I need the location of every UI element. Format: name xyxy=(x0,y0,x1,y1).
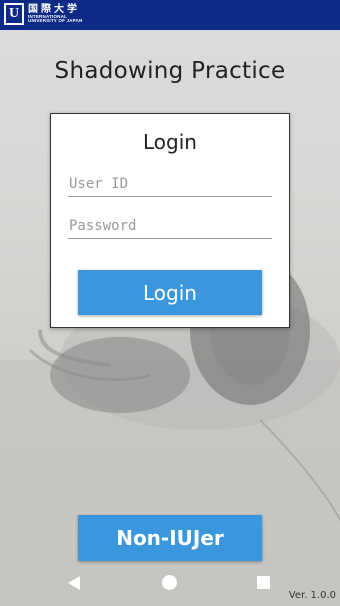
recents-square-icon[interactable] xyxy=(257,576,270,589)
header-bar: U 国際大学 INTERNATIONAL UNIVERSITY OF JAPAN xyxy=(0,0,340,30)
logo-mark: U xyxy=(4,3,24,25)
logo-japanese-text: 国際大学 xyxy=(28,3,80,15)
user-id-input[interactable] xyxy=(68,173,272,197)
app-title: Shadowing Practice xyxy=(54,58,286,84)
app-screen: U 国際大学 INTERNATIONAL UNIVERSITY OF JAPAN… xyxy=(0,0,340,606)
logo-english-line2: UNIVERSITY OF JAPAN xyxy=(28,18,83,23)
university-logo: U 国際大学 INTERNATIONAL UNIVERSITY OF JAPAN xyxy=(4,3,82,25)
non-iujer-button[interactable]: Non-IUJer xyxy=(78,515,262,561)
password-input[interactable] xyxy=(68,215,272,239)
home-circle-icon[interactable] xyxy=(162,575,177,590)
login-heading: Login xyxy=(143,130,197,154)
login-card: Login Login xyxy=(50,113,290,328)
back-triangle-icon[interactable] xyxy=(68,576,80,590)
login-button[interactable]: Login xyxy=(78,270,262,315)
logo-text: 国際大学 INTERNATIONAL UNIVERSITY OF JAPAN xyxy=(28,3,83,24)
version-label: Ver. 1.0.0 xyxy=(288,590,336,601)
